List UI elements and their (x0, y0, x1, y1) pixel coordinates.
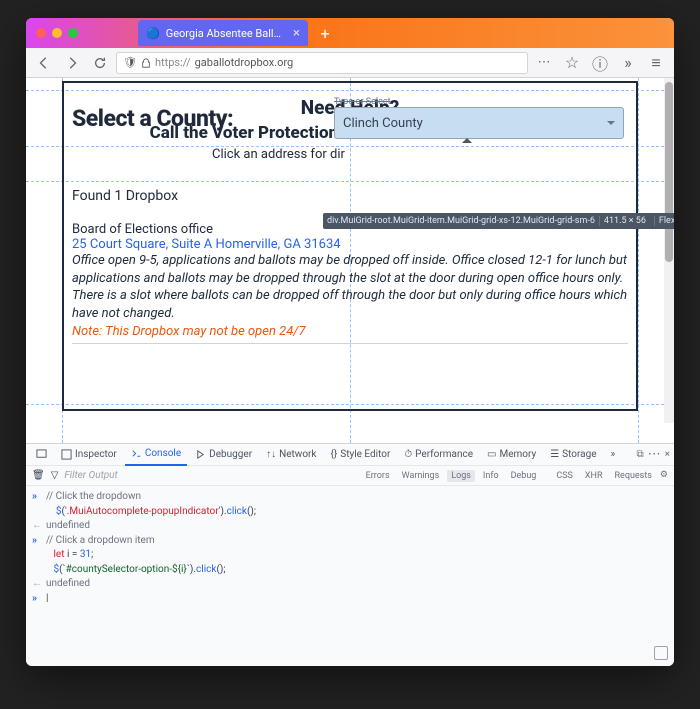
devtools-picker-icon[interactable] (30, 444, 53, 466)
scrollbar-track[interactable] (664, 78, 674, 423)
menu-icon[interactable]: ≡ (644, 51, 668, 75)
console-filters: Errors Warnings Logs Info Debug CSS XHR … (362, 470, 668, 482)
filter-css[interactable]: CSS (552, 470, 577, 482)
devtools-more-icon[interactable]: ⋯ (648, 447, 661, 462)
devtools-panel: Inspector Console Debugger ↑↓ Network {}… (26, 443, 674, 666)
close-tab-icon[interactable]: × (293, 26, 300, 41)
filter-debug[interactable]: Debug (507, 470, 541, 482)
filter-xhr[interactable]: XHR (581, 470, 607, 482)
page-actions-icon[interactable]: ⋯ (532, 51, 556, 75)
tabs-overflow-icon[interactable]: » (605, 444, 622, 466)
chevron-down-icon (607, 121, 615, 129)
console-toolbar: 🗑 ▽ Filter Output Errors Warnings Logs I… (26, 466, 674, 486)
page-heading: Select a County: (72, 105, 334, 132)
county-selector[interactable]: Type or Select Clinch County (334, 97, 624, 139)
minimize-window-button[interactable] (52, 28, 62, 38)
split-console-icon[interactable] (654, 646, 668, 660)
reload-button[interactable] (88, 51, 112, 75)
filter-warnings[interactable]: Warnings (398, 470, 444, 482)
inspected-element-box: Select a County: Type or Select Clinch C… (62, 81, 638, 411)
tab-favicon: 🔵 (146, 27, 160, 40)
tab-storage[interactable]: ☰ Storage (544, 444, 602, 466)
tooltip-dimensions: 411.5 × 56 (599, 216, 650, 226)
browser-tab[interactable]: 🔵 Georgia Absentee Ballot Dropb × (138, 20, 308, 46)
tab-inspector[interactable]: Inspector (55, 444, 123, 466)
filter-logs[interactable]: Logs (447, 470, 475, 482)
tab-style-editor[interactable]: {} Style Editor (324, 444, 396, 466)
dropdown-label: Type or Select (334, 97, 624, 107)
address-bar: 🛡 https:// gaballotdropbox.org ⋯ ☆ ⓘ » ≡ (26, 48, 674, 78)
window-controls (36, 28, 78, 38)
tab-title: Georgia Absentee Ballot Dropb (166, 27, 287, 40)
divider (72, 343, 628, 344)
devtools-dock-icon[interactable]: ⧉ (637, 449, 644, 460)
results-count: Found 1 Dropbox (64, 162, 636, 204)
url-bar[interactable]: 🛡 https:// gaballotdropbox.org (116, 52, 528, 74)
devtools-tabs: Inspector Console Debugger ↑↓ Network {}… (26, 444, 674, 466)
location-note: Note: This Dropbox may not be open 24/7 (72, 324, 628, 339)
devtools-close-icon[interactable]: × (665, 449, 670, 460)
tab-memory[interactable]: ▭ Memory (481, 444, 542, 466)
scrollbar-thumb[interactable] (665, 82, 673, 262)
tab-network[interactable]: ↑↓ Network (260, 444, 322, 466)
subtext: Click an address for dir (64, 145, 636, 162)
new-tab-button[interactable]: + (314, 22, 336, 44)
url-scheme: https:// (155, 56, 191, 69)
filter-icon: ▽ (51, 470, 59, 481)
tab-debugger[interactable]: Debugger (189, 444, 258, 466)
tab-console[interactable]: Console (125, 444, 187, 466)
filter-errors[interactable]: Errors (362, 470, 394, 482)
tab-bar: 🔵 Georgia Absentee Ballot Dropb × + (26, 18, 674, 48)
selected-county: Clinch County (343, 116, 423, 131)
console-output[interactable]: »// Click the dropdown $('.MuiAutocomple… (26, 486, 674, 610)
info-icon[interactable]: ⓘ (588, 51, 612, 75)
bookmark-icon[interactable]: ☆ (560, 51, 584, 75)
location-address[interactable]: 25 Court Square, Suite A Homerville, GA … (72, 237, 628, 252)
tab-performance[interactable]: ⏱ Performance (398, 444, 479, 466)
tooltip-arrow-icon (462, 133, 472, 143)
back-button[interactable] (32, 51, 56, 75)
shield-icon: 🛡 (123, 56, 137, 69)
settings-gear-icon[interactable]: ⚙ (660, 470, 668, 482)
browser-window: 🔵 Georgia Absentee Ballot Dropb × + 🛡 ht… (26, 18, 674, 666)
forward-button[interactable] (60, 51, 84, 75)
page-viewport: Select a County: Type or Select Clinch C… (26, 78, 674, 443)
maximize-window-button[interactable] (68, 28, 78, 38)
filter-requests[interactable]: Requests (611, 470, 656, 482)
overflow-icon[interactable]: » (616, 51, 640, 75)
lock-icon (141, 58, 151, 68)
filter-info[interactable]: Info (479, 470, 503, 482)
filter-input[interactable]: Filter Output (64, 470, 144, 481)
close-window-button[interactable] (36, 28, 46, 38)
location-details: Office open 9-5, applications and ballot… (72, 252, 628, 322)
url-host: gaballotdropbox.org (195, 56, 294, 69)
tooltip-flex: Flex Item (654, 216, 674, 226)
tooltip-selector: div.MuiGrid-root.MuiGrid-item.MuiGrid-gr… (327, 216, 595, 226)
trash-icon[interactable]: 🗑 (32, 470, 45, 481)
inspector-tooltip: div.MuiGrid-root.MuiGrid-item.MuiGrid-gr… (323, 213, 674, 229)
